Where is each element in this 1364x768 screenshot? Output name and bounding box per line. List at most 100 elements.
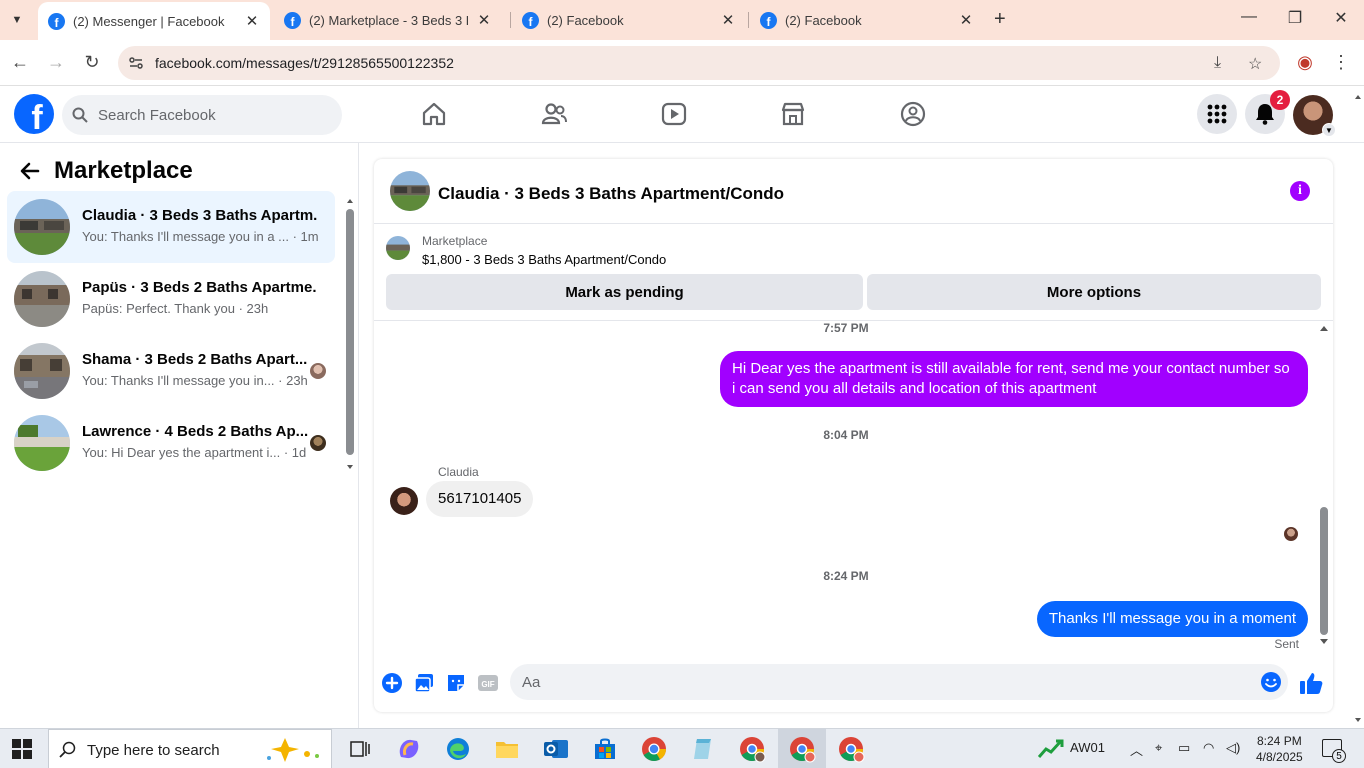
conversation-title: Papüs · 3 Beds 2 Baths Apartme... [82,279,317,296]
back-arrow-icon[interactable] [18,159,42,183]
listing-thumbnail [14,343,70,399]
back-icon[interactable]: ← [9,52,31,73]
friends-icon[interactable] [540,100,568,128]
conversation-item-claudia[interactable]: Claudia · 3 Beds 3 Baths Apartm... You: … [7,191,335,263]
url-text[interactable]: facebook.com/messages/t/2912856550012235… [155,55,454,71]
profile-icon[interactable]: ◉ [1294,52,1316,73]
system-clock[interactable]: 8:24 PM 4/8/2025 [1256,733,1303,765]
install-app-icon[interactable]: ⤓ [1214,54,1221,72]
chevron-up-icon[interactable]: ︿ [1130,740,1143,759]
facebook-search[interactable] [62,95,342,135]
delivery-status: Sent [1274,637,1299,651]
chrome-profile-icon[interactable] [738,735,766,763]
minimize-icon[interactable]: — [1234,8,1264,26]
mark-as-pending-button[interactable]: Mark as pending [386,274,863,310]
seen-by-avatar [310,435,326,451]
chrome-profile-2-icon[interactable] [837,735,865,763]
sticker-icon[interactable] [445,672,467,694]
photo-icon[interactable] [413,672,435,694]
conversation-title: Shama · 3 Beds 2 Baths Apart... [82,351,308,368]
conversation-preview: Papüs: Perfect. Thank you · 23h [82,301,269,316]
conversation-item-lawrence[interactable]: Lawrence · 4 Beds 2 Baths Ap... You: Hi … [7,407,335,479]
stocks-widget-icon[interactable] [1038,737,1064,761]
outlook-icon[interactable] [542,735,570,763]
tab-messenger[interactable]: f (2) Messenger | Facebook ✕ [38,2,270,40]
emoji-icon[interactable] [1260,671,1282,693]
marketplace-icon[interactable] [779,100,807,128]
notepad-icon[interactable] [689,735,717,763]
microsoft-store-icon[interactable] [591,735,619,763]
close-icon[interactable]: ✕ [242,12,262,30]
site-settings-icon[interactable] [128,55,144,71]
restore-icon[interactable]: ❐ [1280,8,1310,28]
wifi-icon[interactable]: ◠ [1203,740,1214,756]
windows-start-icon[interactable] [12,739,32,759]
search-input[interactable] [98,95,328,135]
video-icon[interactable] [660,100,688,128]
edge-icon[interactable] [444,735,472,763]
timestamp: 8:24 PM [823,569,869,583]
browser-menu-icon[interactable]: ⋮ [1330,52,1352,73]
chrome-profile-active-icon[interactable] [788,735,816,763]
message-composer: GIF [374,659,1333,712]
close-icon[interactable]: ✕ [718,11,738,29]
sender-avatar[interactable] [390,487,418,515]
listing-description[interactable]: $1,800 - 3 Beds 3 Baths Apartment/Condo [422,252,666,267]
chrome-icon[interactable] [640,735,668,763]
close-icon[interactable]: ✕ [956,11,976,29]
thumbs-up-icon[interactable] [1298,670,1324,696]
conversation-item-papus[interactable]: Papüs · 3 Beds 2 Baths Apartme... Papüs:… [7,263,335,335]
close-window-icon[interactable]: ✕ [1326,8,1356,28]
groups-icon[interactable] [899,100,927,128]
page-scrollbar[interactable] [1352,90,1364,730]
chat-scrollbar[interactable] [1318,321,1330,651]
message-input[interactable] [522,664,1242,700]
listing-thumbnail [14,199,70,255]
address-bar: ← → ↻ facebook.com/messages/t/2912856550… [0,40,1364,86]
home-icon[interactable] [420,100,448,128]
info-icon[interactable]: i [1290,181,1310,201]
facebook-logo[interactable]: f [14,94,54,134]
reload-icon[interactable]: ↻ [81,52,103,73]
tab-title: (2) Facebook [785,12,862,28]
tab-marketplace[interactable]: f (2) Marketplace - 3 Beds 3 Baths ✕ [276,0,502,40]
conversation-item-shama[interactable]: Shama · 3 Beds 2 Baths Apart... You: Tha… [7,335,335,407]
conversation-preview: You: Hi Dear yes the apartment i... · 1d [82,445,307,460]
sender-name: Claudia [438,465,479,479]
copilot-icon[interactable] [395,735,423,763]
tab-separator [748,12,749,28]
svg-text:GIF: GIF [481,680,494,689]
tab-search-chevron-icon[interactable]: ▼ [6,9,28,31]
incoming-message[interactable]: 5617101405 [426,481,534,517]
battery-icon[interactable]: ▭ [1178,740,1190,756]
facebook-favicon-icon: f [284,11,301,29]
omnibox[interactable]: facebook.com/messages/t/2912856550012235… [118,46,1280,80]
file-explorer-icon[interactable] [493,735,521,763]
task-view-icon[interactable] [346,735,374,763]
forward-icon[interactable]: → [45,52,67,73]
network-label[interactable]: AW01 [1070,740,1105,755]
message-input-wrapper[interactable] [510,664,1288,700]
meet-now-icon[interactable]: ⌖ [1155,740,1162,756]
taskbar-search-placeholder: Type here to search [87,742,220,759]
conversation-list-scrollbar[interactable] [345,195,355,475]
menu-grid-button[interactable] [1197,94,1237,134]
taskbar-search[interactable]: Type here to search [48,729,332,768]
close-icon[interactable]: ✕ [474,11,494,29]
bookmark-star-icon[interactable]: ☆ [1248,54,1262,74]
marketplace-conversation-list: Marketplace Claudia · 3 Beds 3 Baths Apa… [0,143,359,728]
listing-thumbnail[interactable] [390,171,430,211]
chat-title[interactable]: Claudia · 3 Beds 3 Baths Apartment/Condo [438,184,784,204]
notification-count-badge: 5 [1332,749,1346,763]
timestamp: 8:04 PM [823,428,869,442]
more-options-button[interactable]: More options [867,274,1321,310]
outgoing-message[interactable]: Hi Dear yes the apartment is still avail… [720,351,1308,407]
plus-circle-icon[interactable] [381,672,403,694]
new-tab-icon[interactable]: + [994,8,1006,31]
outgoing-message[interactable]: Thanks I'll message you in a moment [1036,601,1308,637]
account-avatar[interactable]: ▼ [1293,95,1336,137]
tab-facebook-2[interactable]: f (2) Facebook ✕ [752,0,984,40]
gif-icon[interactable]: GIF [477,672,499,694]
volume-icon[interactable]: ◁) [1226,740,1240,756]
tab-facebook-1[interactable]: f (2) Facebook ✕ [514,0,746,40]
